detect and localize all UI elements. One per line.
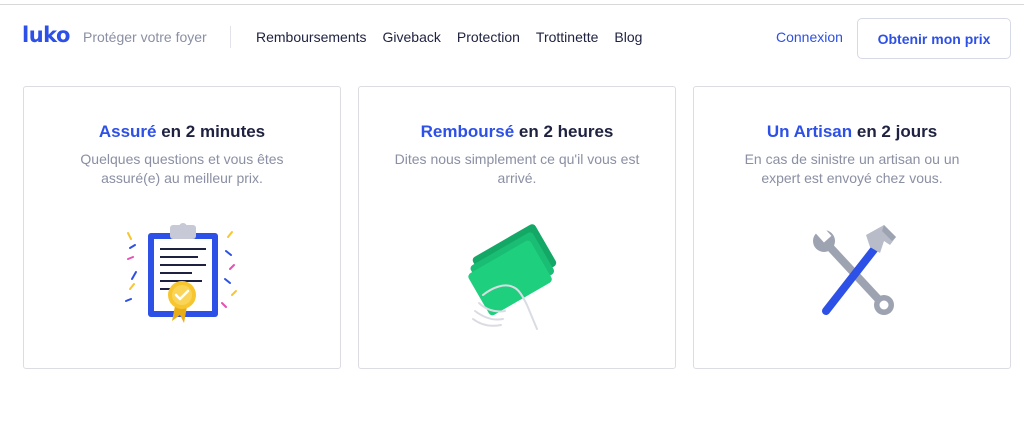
card-title-rest: en 2 minutes — [156, 122, 266, 141]
login-link[interactable]: Connexion — [776, 29, 843, 45]
nav-link-trottinette[interactable]: Trottinette — [536, 29, 599, 45]
card-title: Assuré en 2 minutes — [24, 122, 340, 142]
feature-card-insured: Assuré en 2 minutes Quelques questions e… — [23, 86, 341, 369]
card-description: En cas de sinistre un artisan ou un expe… — [744, 151, 960, 186]
top-navigation: luko Protéger votre foyer Remboursements… — [0, 6, 1024, 66]
card-description: Quelques questions et vous êtes assuré(e… — [80, 151, 284, 186]
tagline: Protéger votre foyer — [83, 29, 207, 45]
main-nav: Remboursements Giveback Protection Trott… — [256, 29, 658, 45]
nav-link-remboursements[interactable]: Remboursements — [256, 29, 367, 45]
card-title: Remboursé en 2 heures — [359, 122, 675, 142]
nav-link-blog[interactable]: Blog — [614, 29, 642, 45]
card-title-accent: Remboursé — [420, 122, 515, 141]
browser-top-edge — [0, 0, 1024, 5]
card-title-accent: Assuré — [98, 122, 157, 141]
feature-card-refund: Remboursé en 2 heures Dites nous simplem… — [358, 86, 676, 369]
get-price-button[interactable]: Obtenir mon prix — [857, 18, 1011, 59]
card-title-accent: Un Artisan — [766, 122, 853, 141]
hand-cash-icon — [468, 224, 557, 330]
card-description: Dites nous simplement ce qu'il vous est … — [394, 151, 640, 186]
nav-divider — [230, 26, 231, 48]
feature-card-artisan: Un Artisan en 2 jours En cas de sinistre… — [693, 86, 1011, 369]
card-title-rest: en 2 heures — [514, 122, 614, 141]
card-title: Un Artisan en 2 jours — [694, 122, 1010, 142]
wrench-hammer-icon — [813, 225, 896, 315]
clipboard-certificate-icon — [125, 223, 237, 323]
luko-logo[interactable]: luko — [22, 23, 70, 47]
card-title-rest: en 2 jours — [852, 122, 938, 141]
nav-link-giveback[interactable]: Giveback — [383, 29, 441, 45]
nav-link-protection[interactable]: Protection — [457, 29, 520, 45]
